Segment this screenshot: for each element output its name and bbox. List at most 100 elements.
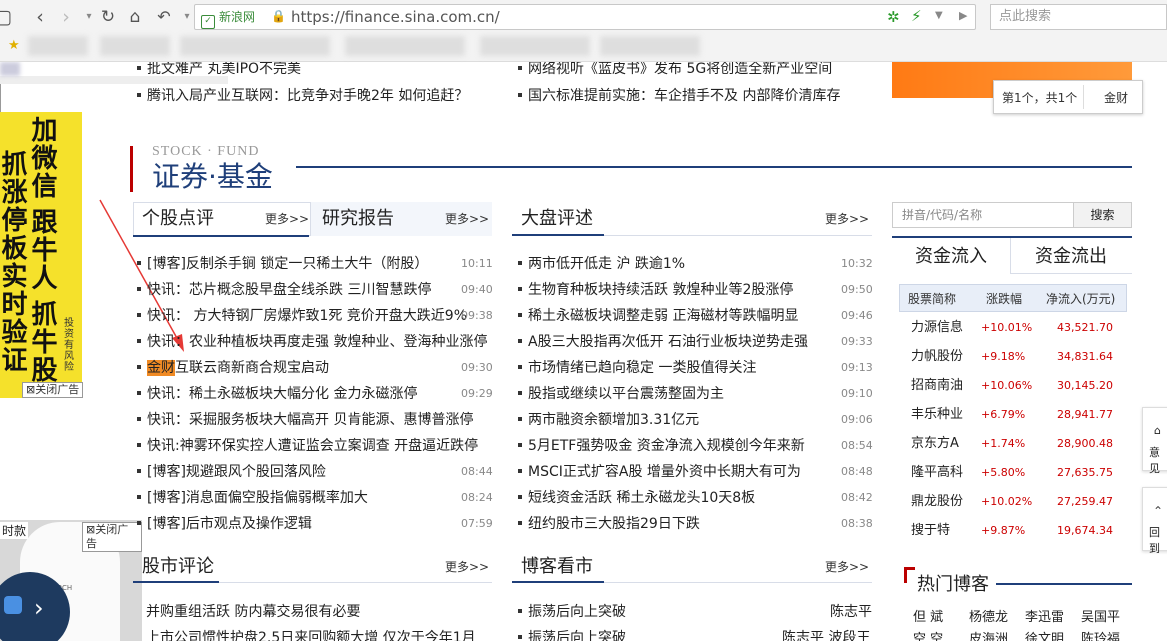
stock-name-link[interactable]: 招商南油: [911, 378, 963, 394]
blogger-link[interactable]: 吴国平: [1081, 608, 1120, 628]
site-identity[interactable]: ✓ 新浪网: [201, 8, 255, 29]
timestamp: 09:46: [841, 309, 873, 322]
address-bar[interactable]: ✓ 新浪网 🔒 https://finance.sina.com.cn/ ✲ ⚡ …: [194, 4, 976, 30]
news-link[interactable]: 腾讯入局产业互联网：比竞争对手晚2年 如何追赶？: [137, 86, 468, 106]
news-link[interactable]: 快讯：稀土永磁板块大幅分化 金力永磁涨停: [137, 384, 417, 404]
forward-icon[interactable]: ›: [55, 6, 77, 28]
tab-commentary[interactable]: 股市评论: [142, 555, 214, 579]
news-link[interactable]: 批文难产 丸美IPO不完美: [137, 62, 301, 79]
chevron-right-icon[interactable]: ›: [34, 594, 44, 622]
browser-search-input[interactable]: 点此搜索: [990, 4, 1167, 30]
news-link[interactable]: 网络视听《蓝皮书》发布 5G将创造全新产业空间: [518, 62, 832, 79]
blogger-link[interactable]: 但 斌: [913, 608, 943, 628]
tab-stock-review[interactable]: 个股点评: [142, 207, 214, 231]
stock-search-input[interactable]: 拼音/代码/名称: [892, 202, 1074, 228]
blogger-link[interactable]: 徐文明: [1025, 630, 1064, 641]
go-icon[interactable]: ▶: [959, 9, 967, 22]
news-link[interactable]: 振荡后向上突破: [518, 628, 626, 641]
blogger-link[interactable]: 陈玲福: [1081, 630, 1120, 641]
back-to-top-float[interactable]: ⌃ 回到: [1142, 487, 1167, 555]
left-banner-ad[interactable]: 加微信 跟牛人 抓牛股 抓涨停板 实时验证 投资有风险: [0, 112, 82, 398]
more-link[interactable]: 更多>>: [825, 211, 869, 227]
news-link[interactable]: 稀土永磁板块调整走弱 正海磁材等跌幅明显: [518, 306, 798, 326]
lightning-icon[interactable]: ⚡: [911, 7, 922, 25]
news-link[interactable]: 两市融资余额增加3.31亿元: [518, 410, 699, 430]
news-link[interactable]: 快讯： 方大特钢厂房爆炸致1死 竞价开盘大跌近9%: [137, 306, 467, 326]
timestamp: 10:32: [841, 257, 873, 270]
stock-name-link[interactable]: 鼎龙股份: [911, 494, 963, 510]
tab-research-report[interactable]: 研究报告: [322, 207, 394, 231]
blogger-link[interactable]: 空 空: [913, 630, 943, 641]
address-dropdown-icon[interactable]: ▼: [935, 10, 943, 21]
bookmark-blurred[interactable]: [100, 36, 170, 56]
news-link[interactable]: 并购重组活跃 防内幕交易很有必要: [146, 602, 360, 622]
blogger-link[interactable]: 李迅雷: [1025, 608, 1064, 628]
stock-search-button[interactable]: 搜索: [1073, 202, 1132, 228]
news-link[interactable]: 快讯：采掘服务板块大幅高开 贝肯能源、惠博普涨停: [137, 410, 473, 430]
stock-name-link[interactable]: 力帆股份: [911, 349, 963, 365]
news-link[interactable]: [博客]后市观点及操作逻辑: [137, 514, 312, 534]
sidebar-toggle-icon[interactable]: ▢: [0, 6, 14, 28]
bookmark-blurred[interactable]: [600, 36, 700, 56]
news-link[interactable]: 纽约股市三大股指29日下跌: [518, 514, 700, 534]
reload-icon[interactable]: ↻: [97, 6, 119, 28]
news-link[interactable]: 振荡后向上突破: [518, 602, 626, 622]
bookmark-blurred[interactable]: [345, 36, 465, 56]
stock-name-link[interactable]: 力源信息: [911, 320, 963, 336]
more-link[interactable]: 更多>>: [265, 211, 309, 227]
news-link[interactable]: A股三大股指再次低开 石油行业板块逆势走强: [518, 332, 808, 352]
find-term[interactable]: 金财: [1104, 89, 1128, 106]
section-rule: [296, 166, 1132, 168]
url-text[interactable]: https://finance.sina.com.cn/: [291, 8, 500, 26]
news-link[interactable]: 国六标准提前实施：车企措手不及 内部降价清库存: [518, 86, 840, 106]
news-link[interactable]: 快讯：农业种植板块再度走强 敦煌种业、登海种业涨停: [137, 332, 487, 352]
news-link[interactable]: 快讯:神雾环保实控人遭证监会立案调查 开盘逼近跌停: [137, 436, 478, 456]
author-link[interactable]: 陈志平: [830, 602, 872, 622]
news-link[interactable]: 金财互联云商新商合规宝启动: [137, 358, 329, 378]
news-link[interactable]: 上市公司惯性护盘2.5日来回购额大增 仅次于今年1月: [146, 628, 476, 641]
bookmark-blurred[interactable]: [480, 36, 590, 56]
section-accent-bar: [130, 146, 133, 192]
news-link[interactable]: 股指或继续以平台震荡整固为主: [518, 384, 724, 404]
stock-name-link[interactable]: 搜于特: [911, 523, 950, 539]
author-link[interactable]: 陈志平 波段王: [782, 628, 870, 641]
stock-name-link[interactable]: 京东方A: [911, 436, 959, 452]
news-link[interactable]: 5月ETF强势吸金 资金净流入规模创今年来新: [518, 436, 805, 456]
undo-icon[interactable]: ↶: [153, 6, 175, 28]
fund-table-header: 股票简称 涨跌幅 净流入(万元): [899, 284, 1127, 312]
blogger-link[interactable]: 杨德龙: [969, 608, 1008, 628]
tab-blog-market[interactable]: 博客看市: [521, 555, 593, 579]
timestamp: 09:38: [461, 309, 493, 322]
bookmark-blurred[interactable]: [180, 36, 330, 56]
news-link[interactable]: 短线资金活跃 稀土永磁龙头10天8板: [518, 488, 755, 508]
more-link[interactable]: 更多>>: [445, 559, 489, 575]
tab-fund-out[interactable]: 资金流出: [1035, 245, 1107, 269]
favorites-star-icon[interactable]: ★: [8, 38, 20, 53]
feedback-float[interactable]: ⌂ 意见: [1142, 407, 1167, 475]
bottom-left-ad[interactable]: ORCH 时款 ⊠关闭广告 ›: [0, 520, 142, 641]
back-icon[interactable]: ‹: [29, 6, 51, 28]
net-inflow-value: 27,259.47: [1057, 495, 1113, 508]
stock-name-link[interactable]: 隆平高科: [911, 465, 963, 481]
news-link[interactable]: 生物育种板块持续活跃 敦煌种业等2股涨停: [518, 280, 793, 300]
close-ad-button[interactable]: ⊠关闭广告: [82, 522, 142, 552]
news-link[interactable]: [博客]规避跟风个股回落风险: [137, 462, 326, 482]
stock-name-link[interactable]: 丰乐种业: [911, 407, 963, 423]
news-link[interactable]: 快讯：芯片概念股早盘全线杀跌 三川智慧跌停: [137, 280, 431, 300]
news-link[interactable]: 市场情绪已趋向稳定 一类股值得关注: [518, 358, 756, 378]
news-link[interactable]: [博客]反制杀手锏 锁定一只稀土大牛（附股）: [137, 254, 428, 274]
news-link[interactable]: 两市低开低走 沪 跌逾1%: [518, 254, 685, 274]
more-link[interactable]: 更多>>: [825, 559, 869, 575]
tab-market-review[interactable]: 大盘评述: [521, 207, 593, 231]
news-link[interactable]: [博客]消息面偏空股指偏弱概率加大: [137, 488, 368, 508]
news-link[interactable]: MSCI正式扩容A股 增量外资中长期大有可为: [518, 462, 801, 482]
ad-tag: 时款: [0, 522, 29, 539]
bookmark-blurred[interactable]: [28, 36, 88, 56]
blogger-link[interactable]: 皮海洲: [969, 630, 1008, 641]
more-link[interactable]: 更多>>: [445, 211, 489, 227]
close-ad-button[interactable]: ⊠关闭广告: [22, 382, 84, 398]
tab-fund-in[interactable]: 资金流入: [915, 245, 987, 269]
verified-site-icon: ✓: [201, 15, 215, 29]
home-icon[interactable]: ⌂: [124, 6, 146, 28]
refresh-accel-icon[interactable]: ✲: [887, 8, 900, 26]
